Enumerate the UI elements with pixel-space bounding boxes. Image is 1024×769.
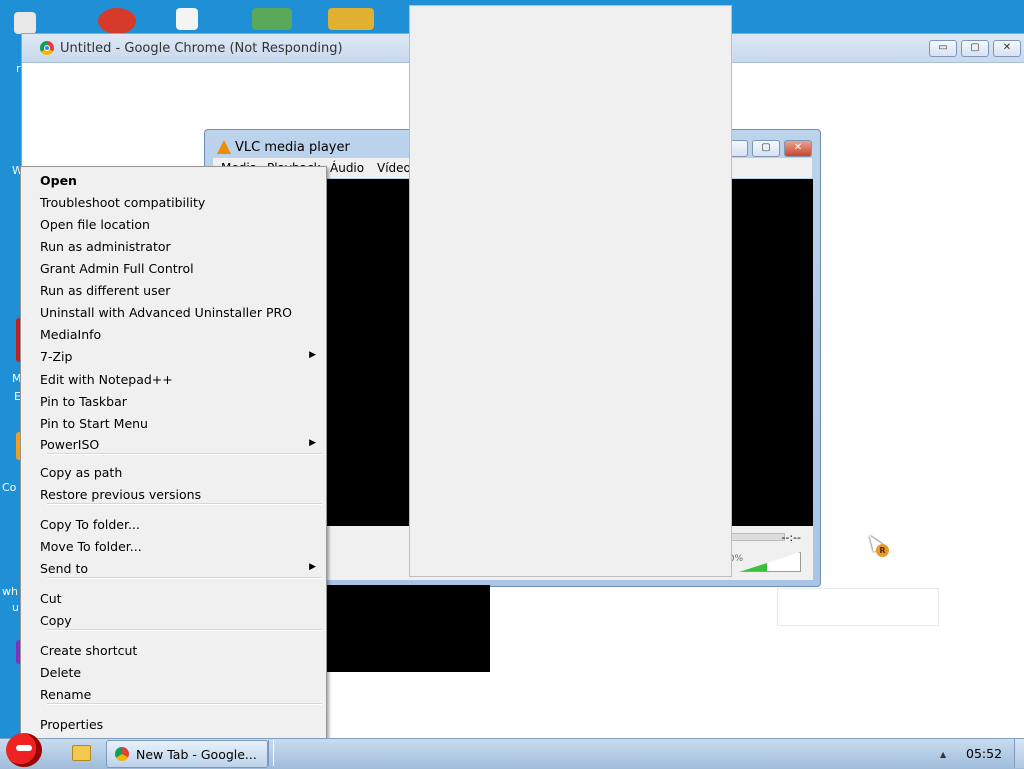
submenu-arrow-icon: ▶ — [309, 438, 316, 448]
context-menu-separator — [47, 629, 322, 631]
desktop-label-wh: wh — [2, 585, 18, 598]
taskbar-task-chrome[interactable]: New Tab - Google... — [106, 740, 268, 768]
chrome-window-title: Untitled - Google Chrome (Not Responding… — [60, 41, 343, 56]
vlc-close-button[interactable]: ✕ — [784, 140, 812, 157]
context-menu-item[interactable]: Pin to Taskbar — [21, 390, 326, 412]
vlc-volume-slider[interactable] — [739, 552, 801, 572]
explorer-folder-icon[interactable] — [72, 745, 91, 761]
context-menu-item-label: 7-Zip — [40, 349, 73, 364]
blank-window-panel[interactable] — [409, 5, 732, 577]
chrome-close-button[interactable]: ✕ — [993, 40, 1021, 57]
context-menu-item[interactable]: PowerISO ▶ — [21, 433, 326, 455]
submenu-arrow-icon: ▶ — [309, 350, 316, 360]
vlc-menu-video[interactable]: Vídeo — [377, 161, 411, 175]
chrome-logo-icon — [115, 747, 129, 761]
context-menu-item[interactable]: Grant Admin Full Control — [21, 257, 326, 279]
context-menu-item[interactable]: Copy as path — [21, 461, 326, 483]
context-menu-item-label: Run as different user — [40, 283, 171, 298]
vlc-time-display: --:-- — [781, 531, 801, 544]
context-menu-item[interactable]: Properties — [21, 713, 326, 735]
context-menu-item[interactable]: Run as different user — [21, 279, 326, 301]
context-menu-item[interactable]: Run as administrator — [21, 235, 326, 257]
tray-expand-icon[interactable]: ▲ — [940, 750, 946, 759]
context-menu-item-label: Pin to Start Menu — [40, 416, 148, 431]
desktop-label-u: u — [12, 601, 19, 614]
context-menu-item[interactable]: Copy — [21, 609, 326, 631]
taskbar-clock[interactable]: 05:52 — [966, 746, 1002, 761]
context-menu-separator — [47, 503, 322, 505]
desktop-label-co: Co — [2, 481, 17, 494]
context-menu-item-label: Cut — [40, 591, 62, 606]
start-button-icon[interactable] — [6, 733, 42, 767]
context-menu-item[interactable]: Delete — [21, 661, 326, 683]
context-menu-item[interactable]: Pin to Start Menu — [21, 412, 326, 434]
chrome-minimize-button[interactable]: ▭ — [929, 40, 957, 57]
vlc-window-title: VLC media player — [235, 140, 350, 155]
context-menu-separator — [47, 453, 322, 455]
context-menu-item-label: PowerISO — [40, 437, 100, 452]
taskbar-grip[interactable] — [268, 740, 274, 766]
vlc-menu-audio[interactable]: Áudio — [330, 161, 364, 175]
context-menu-separator — [47, 577, 322, 579]
context-menu-item-label: Pin to Taskbar — [40, 394, 127, 409]
context-menu-item[interactable]: Cut — [21, 587, 326, 609]
context-menu-item-label: Move To folder... — [40, 539, 142, 554]
taskbar-task-label: New Tab - Google... — [136, 747, 257, 762]
context-menu-item[interactable]: MediaInfo — [21, 323, 326, 345]
cursor-badge: R — [876, 544, 889, 557]
desktop-icon-4[interactable] — [252, 8, 292, 30]
desktop-label-r: r — [16, 62, 21, 75]
context-menu-item-label: Run as administrator — [40, 239, 171, 254]
context-menu-item[interactable]: Troubleshoot compatibility — [21, 191, 326, 213]
submenu-arrow-icon: ▶ — [309, 562, 316, 572]
context-menu-item-label: Grant Admin Full Control — [40, 261, 194, 276]
context-menu-item-label: Copy — [40, 613, 72, 628]
context-menu-item[interactable]: Open — [21, 169, 326, 191]
context-menu-item[interactable]: Copy To folder... — [21, 513, 326, 535]
context-menu-item[interactable]: 7-Zip ▶ — [21, 345, 326, 367]
context-menu-item-label: Delete — [40, 665, 82, 680]
context-menu-item[interactable]: Open file location — [21, 213, 326, 235]
context-menu-item-label: Troubleshoot compatibility — [40, 195, 206, 210]
context-menu-item[interactable]: Edit with Notepad++ — [21, 368, 326, 390]
faint-box — [777, 588, 939, 626]
context-menu-item-label: Open file location — [40, 217, 150, 232]
context-menu-item[interactable]: Move To folder... — [21, 535, 326, 557]
vlc-cone-icon — [217, 140, 231, 154]
desktop-icon-5[interactable] — [328, 8, 374, 30]
desktop-icon-3[interactable] — [176, 8, 198, 30]
context-menu-item-label: Copy as path — [40, 465, 123, 480]
context-menu-item-label: Rename — [40, 687, 92, 702]
context-menu-item[interactable]: Send to ▶ — [21, 557, 326, 579]
vlc-seek-bar[interactable] — [723, 533, 785, 541]
context-menu-item-label: Send to — [40, 561, 89, 576]
desktop-icon-1[interactable] — [14, 12, 36, 34]
context-menu-item-label: Copy To folder... — [40, 517, 140, 532]
context-menu-item-label: Create shortcut — [40, 643, 138, 658]
context-menu-item[interactable]: Create shortcut — [21, 639, 326, 661]
context-menu-item[interactable]: Uninstall with Advanced Uninstaller PRO — [21, 301, 326, 323]
black-overlay — [325, 585, 490, 672]
context-menu-item-label: MediaInfo — [40, 327, 102, 342]
chrome-logo-icon — [40, 41, 54, 55]
chrome-maximize-button[interactable]: ▢ — [961, 40, 989, 57]
show-desktop-button[interactable] — [1014, 739, 1024, 768]
vlc-maximize-button[interactable]: ▢ — [752, 140, 780, 157]
context-menu-item-label: Uninstall with Advanced Uninstaller PRO — [40, 305, 293, 320]
context-menu-item[interactable]: Rename — [21, 683, 326, 705]
context-menu-item-label: Open — [40, 173, 77, 188]
context-menu-item-label: Edit with Notepad++ — [40, 372, 173, 387]
context-menu-item-label: Restore previous versions — [40, 487, 202, 502]
context-menu-item-label: Properties — [40, 717, 104, 732]
context-menu-item[interactable]: Restore previous versions — [21, 483, 326, 505]
desktop-icon-2[interactable] — [98, 8, 136, 34]
context-menu: Open Troubleshoot compatibility Open file … — [20, 166, 327, 740]
context-menu-separator — [47, 703, 322, 705]
